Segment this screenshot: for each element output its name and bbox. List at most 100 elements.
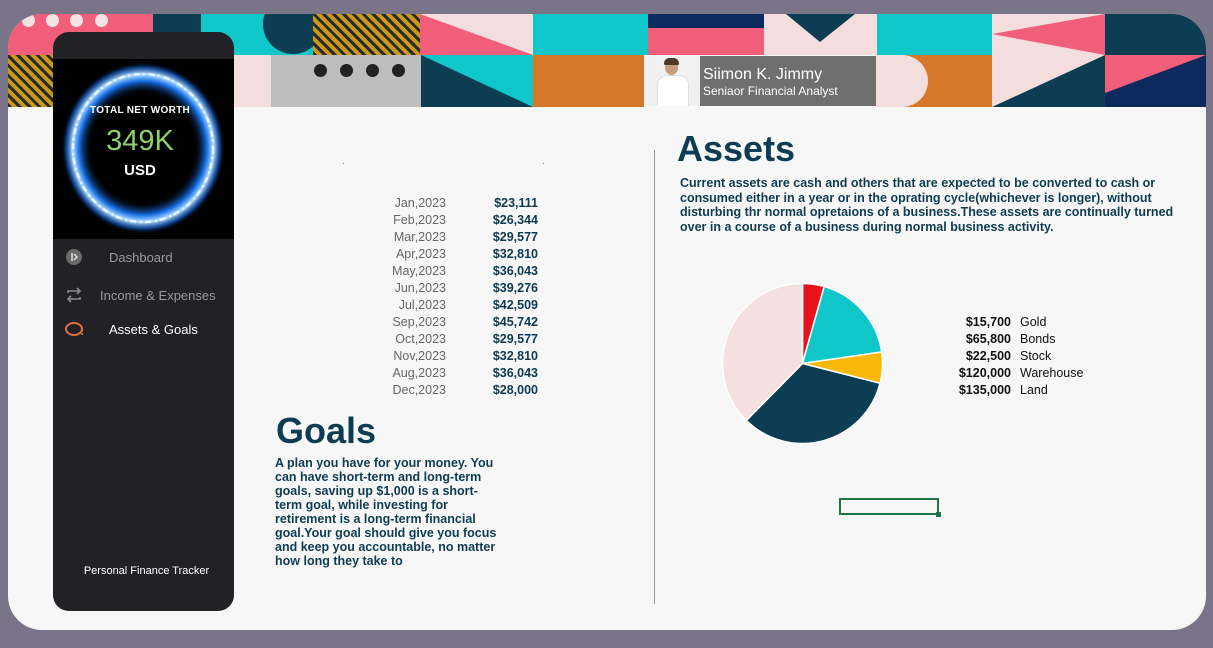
- legend-value: $15,700: [965, 314, 1011, 329]
- banner-tile: [764, 14, 877, 55]
- month-value: $29,577: [492, 331, 538, 346]
- month-row: Feb,2023 $26,344: [353, 211, 538, 228]
- profile-role: Seniaor Financial Analyst: [703, 83, 838, 98]
- profile-card[interactable]: Siimon K. Jimmy Seniaor Financial Analys…: [644, 56, 876, 106]
- nav-item-income-expenses[interactable]: Income & Expenses: [65, 286, 216, 304]
- month-value: $26,344: [492, 212, 538, 227]
- month-label: Jan,2023: [394, 195, 446, 210]
- banner-tile: [876, 55, 992, 107]
- window-dot: [70, 14, 83, 27]
- assets-title: Assets: [677, 128, 796, 169]
- month-label: Mar,2023: [393, 229, 446, 244]
- legend-row: $65,800 Bonds: [944, 330, 1083, 347]
- month-row: Jan,2023 $23,111: [353, 194, 538, 211]
- month-value: $29,577: [492, 229, 538, 244]
- nav-item-label: Dashboard: [109, 249, 173, 265]
- banner-tile: [992, 14, 1105, 55]
- month-row: May,2023 $36,043: [353, 262, 538, 279]
- month-value: $36,043: [492, 263, 538, 278]
- nav-item-label: Income & Expenses: [100, 287, 216, 303]
- month-label: Jun,2023: [394, 280, 446, 295]
- app-footer-label: Personal Finance Tracker: [83, 565, 210, 577]
- legend-value: $120,000: [958, 365, 1011, 380]
- legend-row: $15,700 Gold: [944, 313, 1083, 330]
- banner-tile: [533, 14, 648, 55]
- banner-tile: [271, 55, 421, 107]
- goals-description: A plan you have for your money. You can …: [275, 456, 497, 568]
- stray-mark: ·: [542, 158, 546, 169]
- legend-row: $22,500 Stock: [944, 347, 1083, 364]
- month-row: Aug,2023 $36,043: [353, 364, 538, 381]
- banner-tile: [648, 14, 764, 55]
- stray-mark: ·: [342, 158, 346, 169]
- month-label: Feb,2023: [393, 212, 446, 227]
- banner-tile: [421, 55, 533, 107]
- month-value: $45,742: [492, 314, 538, 329]
- assets-description: Current assets are cash and others that …: [680, 176, 1174, 234]
- legend-value: $65,800: [965, 331, 1011, 346]
- month-row: Mar,2023 $29,577: [353, 228, 538, 245]
- month-value: $23,111: [494, 195, 538, 210]
- legend-label: Gold: [1020, 314, 1047, 329]
- banner-tile: [877, 14, 992, 55]
- month-value: $28,000: [492, 382, 538, 397]
- month-row: Apr,2023 $32,810: [353, 245, 538, 262]
- assets-legend: $15,700 Gold $65,800 Bonds $22,500 Stock $120,…: [944, 313, 1084, 398]
- legend-row: $120,000 Warehouse: [944, 364, 1084, 381]
- month-label: Jul,2023: [398, 297, 446, 312]
- banner-tile: [1105, 14, 1206, 55]
- month-value: $39,276: [492, 280, 538, 295]
- net-worth-card: TOTAL NET WORTH 349K USD: [53, 59, 234, 239]
- banner-tile: [313, 14, 420, 55]
- assets-pie-chart: [721, 282, 884, 445]
- month-label: Dec,2023: [392, 382, 446, 397]
- month-value: $32,810: [492, 348, 538, 363]
- nav-item-dashboard[interactable]: Dashboard: [65, 248, 173, 266]
- month-row: Sep,2023 $45,742: [353, 313, 538, 330]
- nav-item-label: Assets & Goals: [109, 321, 198, 337]
- month-label: Sep,2023: [392, 314, 446, 329]
- sidebar: TOTAL NET WORTH 349K USD Dashboard Incom…: [53, 32, 234, 611]
- avatar: [644, 56, 700, 106]
- svg-text:$: $: [80, 324, 83, 338]
- more-dots-icon[interactable]: [314, 64, 405, 77]
- legend-label: Bonds: [1020, 331, 1056, 346]
- profile-name: Siimon K. Jimmy: [703, 65, 823, 83]
- month-row: Oct,2023 $29,577: [353, 330, 538, 347]
- net-worth-unit: USD: [124, 162, 156, 179]
- month-value: $32,810: [492, 246, 538, 261]
- month-label: Nov,2023: [393, 348, 446, 363]
- legend-value: $22,500: [965, 348, 1011, 363]
- month-row: Dec,2023 $28,000: [353, 381, 538, 398]
- legend-value: $135,000: [958, 382, 1011, 397]
- banner-tile: [420, 14, 533, 55]
- window-dot: [46, 14, 59, 27]
- month-row: Nov,2023 $32,810: [353, 347, 538, 364]
- month-label: Oct,2023: [395, 331, 446, 346]
- banner-tile: [1105, 55, 1206, 107]
- net-worth-title: TOTAL NET WORTH: [89, 105, 191, 116]
- window-dot: [95, 14, 108, 27]
- banner-tile: [233, 55, 271, 107]
- net-worth-value: 349K: [106, 125, 174, 157]
- selected-cell[interactable]: [839, 498, 941, 517]
- month-row: Jun,2023 $39,276: [353, 279, 538, 296]
- legend-label: Warehouse: [1020, 365, 1084, 380]
- legend-row: $135,000 Land: [944, 381, 1083, 398]
- banner-tile: [992, 55, 1105, 107]
- monthly-list: Jan,2023 $23,111 Feb,2023 $26,344 Mar,2023 $2…: [353, 194, 538, 398]
- nav-item-assets-goals[interactable]: $ Assets & Goals: [65, 320, 198, 338]
- month-label: May,2023: [392, 263, 446, 278]
- legend-label: Land: [1020, 382, 1048, 397]
- month-label: Aug,2023: [392, 365, 446, 380]
- money-icon: $: [65, 320, 83, 338]
- dashboard-icon: [65, 248, 83, 266]
- divider: [654, 150, 655, 604]
- banner-tile: [533, 55, 644, 107]
- repeat-icon: [65, 286, 83, 304]
- month-row: Jul,2023 $42,509: [353, 296, 538, 313]
- goals-title: Goals: [276, 410, 377, 451]
- banner-tile: [8, 55, 56, 107]
- window-dot: [22, 14, 35, 27]
- month-label: Apr,2023: [395, 246, 446, 261]
